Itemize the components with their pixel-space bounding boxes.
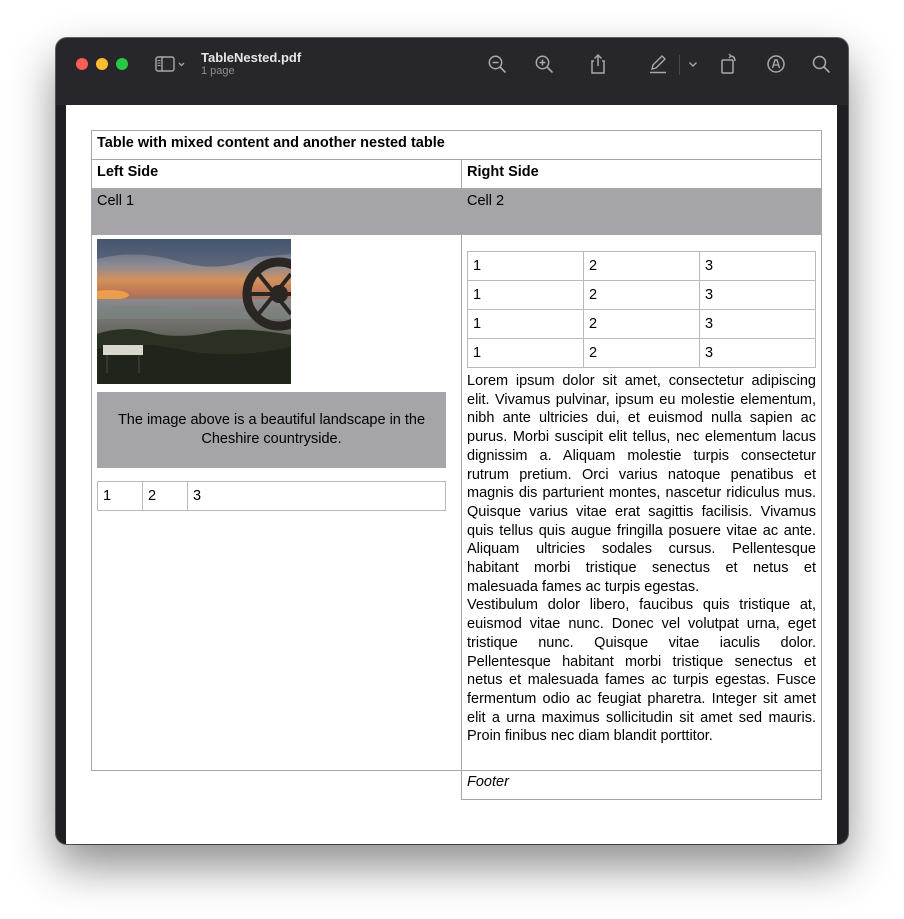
table-row: 1 2 3 (467, 280, 816, 310)
table-cell: 1 (467, 309, 584, 339)
zoom-out-button[interactable] (486, 52, 508, 76)
rotate-icon (721, 53, 736, 74)
table-cell: 2 (583, 280, 700, 310)
table-cell: 1 (97, 481, 143, 511)
fullscreen-window-button[interactable] (116, 58, 128, 70)
preview-window: TableNested.pdf 1 page Table with mixed … (56, 38, 848, 844)
table-divider (91, 159, 822, 160)
document-title: TableNested.pdf (201, 50, 302, 65)
markup-pen-icon (650, 55, 666, 74)
right-side-header: Right Side (467, 164, 539, 180)
toolbar-separator (679, 55, 680, 75)
title-bar: TableNested.pdf 1 page (56, 38, 848, 105)
table-cell: 3 (699, 280, 816, 310)
chevron-down-icon (689, 62, 697, 67)
table-cell: 2 (583, 251, 700, 281)
cell2-background (462, 189, 821, 234)
cell-1: Cell 1 (97, 193, 135, 209)
markup-options-button[interactable] (686, 52, 700, 76)
search-icon (812, 55, 830, 73)
table-row: 1 2 3 (467, 309, 816, 339)
zoom-in-button[interactable] (533, 52, 555, 76)
left-side-header: Left Side (97, 164, 159, 180)
minimize-window-button[interactable] (96, 58, 108, 70)
document-page-count: 1 page (201, 65, 235, 77)
table-divider (461, 159, 462, 771)
landscape-photo (97, 239, 291, 384)
cell1-background (92, 189, 461, 234)
table-row: 1 2 3 (467, 251, 816, 281)
table-row: 1 2 3 (467, 338, 816, 368)
table-cell: 1 (467, 251, 584, 281)
table-divider (91, 234, 822, 235)
image-caption: The image above is a beautiful landscape… (97, 392, 446, 468)
lorem-paragraph-2: Vestibulum dolor libero, faucibus quis t… (467, 597, 816, 745)
document-title-block: TableNested.pdf 1 page (201, 50, 301, 78)
footer-cell (461, 770, 822, 800)
search-button[interactable] (810, 52, 832, 76)
lorem-text-block: Lorem ipsum dolor sit amet, consectetur … (467, 372, 816, 746)
zoom-in-icon (535, 55, 553, 73)
footer-text: Footer (467, 774, 509, 790)
lorem-paragraph-1: Lorem ipsum dolor sit amet, consectetur … (467, 373, 816, 595)
close-window-button[interactable] (76, 58, 88, 70)
table-row: 1 2 3 (97, 481, 446, 511)
table-title: Table with mixed content and another nes… (97, 135, 445, 151)
table-cell: 2 (583, 309, 700, 339)
annotate-icon (767, 55, 785, 73)
table-cell: 3 (699, 309, 816, 339)
markup-button[interactable] (647, 52, 669, 76)
table-cell: 3 (187, 481, 446, 511)
pdf-page: Table with mixed content and another nes… (66, 105, 837, 844)
zoom-out-icon (488, 55, 506, 73)
left-nested-table: 1 2 3 (97, 481, 446, 511)
share-icon (591, 53, 605, 74)
annotate-button[interactable] (765, 52, 787, 76)
rotate-button[interactable] (718, 52, 740, 76)
image-caption-text: The image above is a beautiful landscape… (117, 412, 426, 447)
share-button[interactable] (587, 52, 609, 76)
table-cell: 1 (467, 280, 584, 310)
cell-2: Cell 2 (467, 193, 505, 209)
right-nested-table: 1 2 3 1 2 3 1 2 3 1 2 3 (467, 251, 816, 368)
table-cell: 3 (699, 251, 816, 281)
table-cell: 2 (583, 338, 700, 368)
sidebar-toggle-icon (155, 56, 185, 72)
table-cell: 3 (699, 338, 816, 368)
sidebar-toggle-button[interactable] (154, 52, 188, 76)
table-cell: 2 (142, 481, 188, 511)
table-cell: 1 (467, 338, 584, 368)
